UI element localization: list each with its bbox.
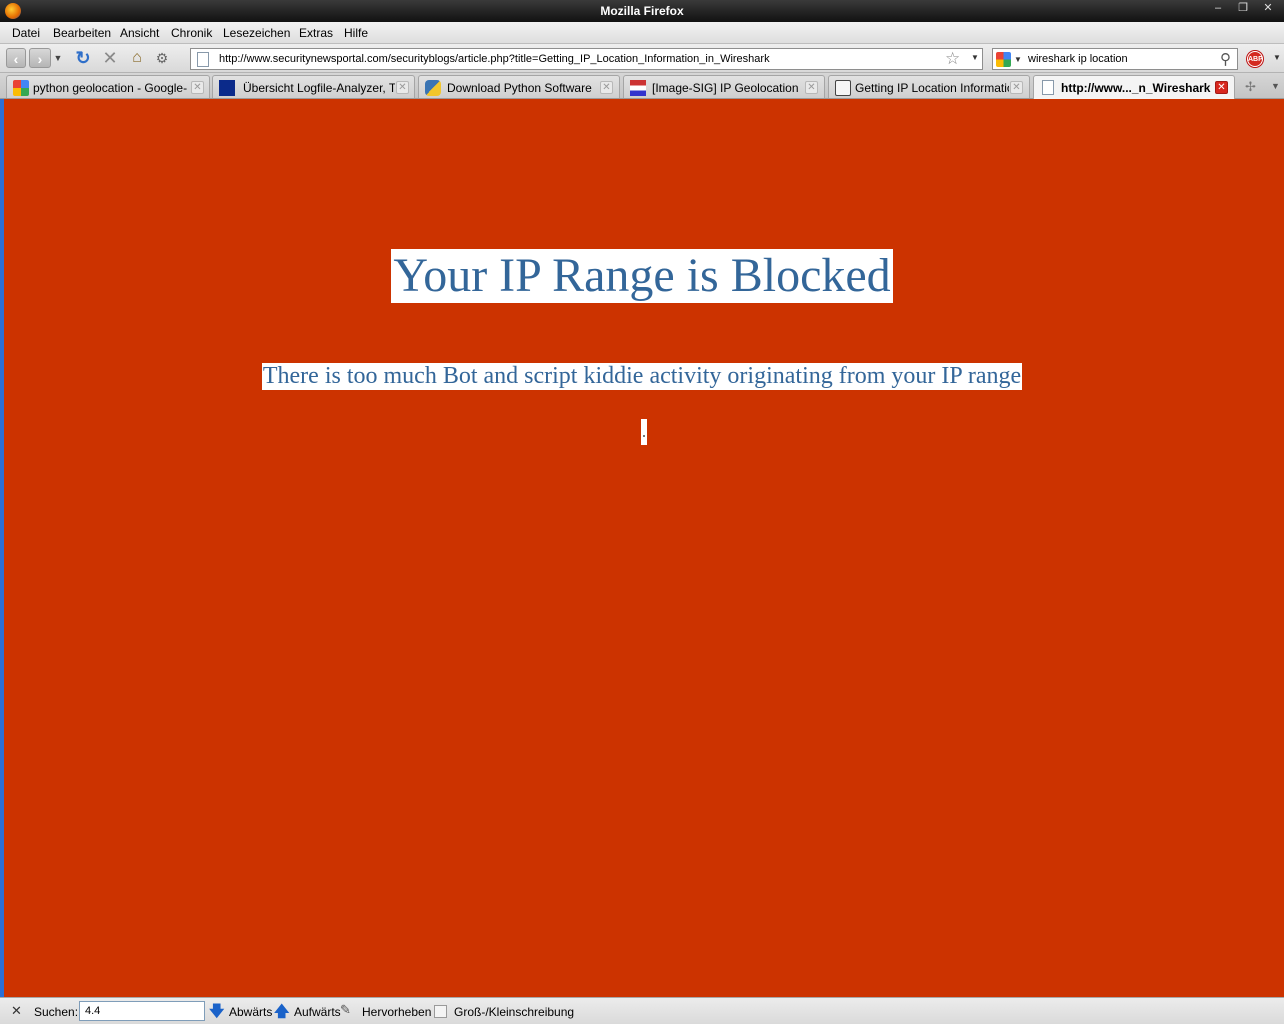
tab-label: Getting IP Location Information... (855, 81, 1009, 95)
headline-container: Your IP Range is Blocked (0, 249, 1284, 303)
tab-label: Übersicht Logfile-Analyzer, To... (243, 81, 395, 95)
menu-bearbeiten[interactable]: Bearbeiten (53, 26, 111, 40)
page-icon (1042, 80, 1054, 95)
menu-lesezeichen[interactable]: Lesezeichen (223, 26, 290, 40)
bookmark-star-icon[interactable]: ☆ (945, 49, 960, 69)
stop-button[interactable]: ✕ (99, 48, 121, 68)
minimize-button[interactable]: – (1207, 2, 1229, 16)
page-headline: Your IP Range is Blocked (391, 249, 893, 303)
search-input[interactable]: wireshark ip location (1028, 53, 1128, 65)
tab-python-geolocation[interactable]: python geolocation - Google-S... ✕ (6, 75, 210, 98)
close-icon[interactable]: ✕ (600, 81, 613, 94)
block-message: There is too much Bot and script kiddie … (261, 363, 1023, 390)
forward-button[interactable]: › (29, 48, 51, 68)
text-cursor (641, 419, 647, 445)
highlighter-icon[interactable]: ✎ (340, 1002, 351, 1018)
match-case-checkbox[interactable] (434, 1005, 447, 1018)
url-bar[interactable]: http://www.securitynewsportal.com/securi… (190, 48, 983, 70)
close-icon[interactable]: ✕ (1010, 81, 1023, 94)
chevron-down-icon: ▼ (1014, 55, 1022, 64)
python-icon (425, 80, 441, 96)
addon-icon[interactable]: ⚙ (151, 48, 173, 68)
home-button[interactable]: ⌂ (126, 48, 148, 68)
mailman-icon (630, 80, 646, 96)
feed-icon (835, 80, 851, 96)
close-findbar-icon[interactable]: ✕ (11, 1003, 22, 1019)
page-content: Your IP Range is Blocked There is too mu… (0, 99, 1284, 997)
close-icon[interactable]: ✕ (1215, 81, 1228, 94)
menu-ansicht[interactable]: Ansicht (120, 26, 159, 40)
window-title: Mozilla Firefox (600, 4, 684, 18)
tab-bar: python geolocation - Google-S... ✕ Übers… (0, 73, 1284, 99)
arrow-down-icon[interactable]: 🡇 (209, 1001, 224, 1024)
url-text[interactable]: http://www.securitynewsportal.com/securi… (219, 53, 770, 65)
reload-button[interactable]: ↻ (72, 48, 94, 68)
tab-label: [Image-SIG] IP Geolocation (652, 81, 799, 95)
find-input[interactable]: 4.4 (79, 1001, 205, 1021)
navigation-toolbar: ‹ › ▼ ↻ ✕ ⌂ ⚙ http://www.securitynewspor… (0, 44, 1284, 73)
window-edge (0, 99, 4, 997)
list-all-tabs-icon[interactable]: ▼ (1271, 81, 1280, 91)
close-window-button[interactable]: ✕ (1257, 2, 1279, 16)
window-titlebar: Mozilla Firefox – ❐ ✕ (0, 0, 1284, 22)
page-icon (197, 52, 209, 67)
menu-hilfe[interactable]: Hilfe (344, 26, 368, 40)
tab-label: Download Python Software (447, 81, 592, 95)
tab-getting-ip-location[interactable]: Getting IP Location Information... ✕ (828, 75, 1030, 98)
find-bar: ✕ Suchen: 4.4 🡇 Abwärts 🡅 Aufwärts ✎ Her… (0, 997, 1284, 1024)
google-icon (13, 80, 29, 96)
back-button[interactable]: ‹ (6, 48, 26, 68)
close-icon[interactable]: ✕ (396, 81, 409, 94)
highlight-all-button[interactable]: Hervorheben (362, 1005, 431, 1019)
tool-icon (219, 80, 235, 96)
tab-image-sig[interactable]: [Image-SIG] IP Geolocation ✕ (623, 75, 825, 98)
search-bar[interactable]: ▼ wireshark ip location ⚲ (992, 48, 1238, 70)
tab-label: python geolocation - Google-S... (33, 81, 187, 95)
find-input-value[interactable]: 4.4 (85, 1005, 100, 1017)
search-icon[interactable]: ⚲ (1220, 50, 1231, 68)
match-case-label[interactable]: Groß-/Kleinschreibung (454, 1005, 574, 1019)
new-tab-icon[interactable]: ✢ (1245, 79, 1256, 95)
search-engine-selector[interactable]: ▼ (996, 52, 1022, 67)
adblock-dropdown-icon[interactable]: ▼ (1273, 53, 1281, 62)
cursor-dot (643, 435, 645, 437)
menu-extras[interactable]: Extras (299, 26, 333, 40)
menu-bar: Datei Bearbeiten Ansicht Chronik Lesezei… (0, 22, 1284, 44)
find-label: Suchen: (34, 1005, 79, 1019)
menu-datei[interactable]: Datei (12, 26, 40, 40)
message-container: There is too much Bot and script kiddie … (0, 363, 1284, 390)
history-dropdown-icon[interactable]: ▼ (53, 48, 63, 68)
close-icon[interactable]: ✕ (191, 81, 204, 94)
tab-logfile-analyzer[interactable]: Übersicht Logfile-Analyzer, To... ✕ (212, 75, 415, 98)
adblock-plus-icon[interactable]: ABP (1247, 51, 1263, 67)
maximize-button[interactable]: ❐ (1232, 2, 1254, 16)
url-dropdown-icon[interactable]: ▼ (971, 53, 979, 62)
tab-download-python[interactable]: Download Python Software ✕ (418, 75, 620, 98)
find-next-button[interactable]: Abwärts (229, 1005, 272, 1019)
tab-label: http://www..._n_Wireshark (1061, 81, 1211, 95)
find-previous-button[interactable]: Aufwärts (294, 1005, 341, 1019)
arrow-up-icon[interactable]: 🡅 (274, 1001, 289, 1024)
close-icon[interactable]: ✕ (805, 81, 818, 94)
menu-chronik[interactable]: Chronik (171, 26, 212, 40)
google-icon (996, 52, 1011, 67)
tab-active-page[interactable]: http://www..._n_Wireshark ✕ (1033, 75, 1235, 99)
